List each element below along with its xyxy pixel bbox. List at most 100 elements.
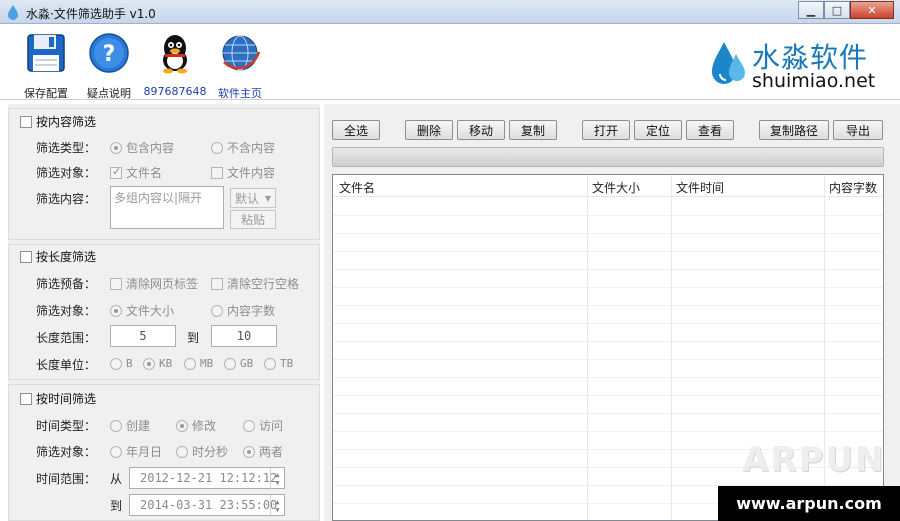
time-target-date-label: 年月日 [126, 445, 163, 459]
time-filter-checkbox[interactable] [20, 392, 32, 405]
delete-button[interactable]: 删除 [405, 120, 453, 140]
time-type-modified-label: 修改 [192, 419, 217, 433]
unit-b-radio[interactable]: B [110, 357, 133, 370]
spinner-arrows-icon[interactable]: ▲ ▼ [270, 495, 284, 517]
empty-row-line [333, 341, 883, 342]
watermark-logo: ARPUN [742, 440, 886, 480]
copy-label: 复制 [520, 123, 545, 138]
unit-gb-radio[interactable]: GB [224, 357, 253, 370]
paste-button[interactable]: 粘贴 [230, 210, 276, 229]
time-type-accessed-radio[interactable]: 访问 [243, 417, 283, 434]
length-target-filesize-radio[interactable]: 文件大小 [110, 302, 174, 319]
move-button[interactable]: 移动 [457, 120, 505, 140]
time-type-accessed-label: 访问 [259, 419, 284, 433]
open-button[interactable]: 打开 [582, 120, 630, 140]
time-target-date-radio[interactable]: 年月日 [110, 443, 162, 460]
strip-whitespace-label: 清除空行空格 [227, 277, 300, 291]
radio-icon [143, 357, 155, 370]
length-filter-checkbox[interactable] [20, 250, 32, 263]
radio-icon [243, 445, 255, 458]
help-label: 疑点说明 [87, 87, 131, 100]
open-label: 打开 [593, 123, 618, 138]
time-to-value: 2014-03-31 23:55:00 [140, 498, 278, 512]
export-button[interactable]: 导出 [833, 120, 883, 140]
checkbox-icon [211, 277, 223, 290]
content-type-exclude-radio[interactable]: 不含内容 [211, 139, 275, 156]
empty-row-line [333, 305, 883, 306]
content-target-filecontent-checkbox[interactable]: 文件内容 [211, 164, 275, 181]
content-type-include-radio[interactable]: 包含内容 [110, 139, 174, 156]
watermark-url: www.arpun.com [718, 486, 900, 521]
unit-tb-radio[interactable]: TB [264, 357, 293, 370]
radio-icon [184, 357, 196, 370]
length-prep-label: 筛选预备： [36, 277, 97, 291]
radio-icon [224, 357, 236, 370]
content-target-label: 筛选对象： [36, 166, 97, 180]
radio-icon [110, 445, 122, 458]
copy-path-button[interactable]: 复制路径 [759, 120, 829, 140]
column-header-filename[interactable]: 文件名 [339, 179, 375, 196]
column-header-filetime[interactable]: 文件时间 [676, 179, 724, 196]
empty-row-line [333, 377, 883, 378]
length-min-input[interactable]: 5 [110, 325, 176, 347]
time-target-label: 筛选对象： [36, 445, 97, 459]
select-all-button[interactable]: 全选 [332, 120, 380, 140]
strip-html-checkbox[interactable]: 清除网页标签 [110, 275, 198, 292]
length-range-label: 长度范围： [36, 331, 97, 345]
radio-icon [110, 419, 122, 432]
delete-label: 删除 [416, 123, 441, 138]
homepage-button[interactable]: 软件主页 [205, 32, 275, 101]
content-type-label: 筛选类型： [36, 141, 97, 155]
time-from-picker[interactable]: 2012-12-21 12:12:12 ▲ ▼ [129, 467, 285, 490]
spinner-arrows-icon[interactable]: ▲ ▼ [270, 468, 284, 490]
chevron-down-icon: ▼ [264, 194, 271, 203]
time-to-picker[interactable]: 2014-03-31 23:55:00 ▲ ▼ [129, 494, 285, 517]
content-text-input[interactable]: 多组内容以|隔开 [110, 186, 224, 229]
homepage-label: 软件主页 [218, 87, 262, 100]
unit-kb-radio[interactable]: KB [143, 357, 172, 370]
time-target-both-radio[interactable]: 两者 [243, 443, 283, 460]
length-target-wordcount-label: 内容字数 [227, 304, 276, 318]
length-target-wordcount-radio[interactable]: 内容字数 [211, 302, 275, 319]
minimize-button[interactable]: ▁ [798, 1, 824, 19]
content-target-filename-checkbox[interactable]: 文件名 [110, 164, 162, 181]
save-config-button[interactable]: 保存配置 [11, 32, 81, 101]
unit-tb-label: TB [280, 357, 294, 370]
qq-contact-button[interactable]: 897687648 [140, 32, 210, 98]
strip-whitespace-checkbox[interactable]: 清除空行空格 [211, 275, 299, 292]
time-type-modified-radio[interactable]: 修改 [176, 417, 216, 434]
radio-icon [264, 357, 276, 370]
copy-button[interactable]: 复制 [509, 120, 557, 140]
time-filter-toggle[interactable]: 按时间筛选 [20, 390, 96, 407]
column-header-filesize[interactable]: 文件大小 [592, 179, 640, 196]
length-max-input[interactable]: 10 [211, 325, 277, 347]
locate-button[interactable]: 定位 [634, 120, 682, 140]
help-button[interactable]: ? 疑点说明 [74, 32, 144, 101]
time-target-both-label: 两者 [259, 445, 284, 459]
time-type-label: 时间类型： [36, 419, 97, 433]
length-filter-toggle[interactable]: 按长度筛选 [20, 248, 96, 265]
empty-row-line [333, 251, 883, 252]
column-header-wordcount[interactable]: 内容字数 [829, 179, 877, 196]
unit-mb-radio[interactable]: MB [184, 357, 213, 370]
content-filter-toggle[interactable]: 按内容筛选 [20, 113, 96, 130]
unit-kb-label: KB [159, 357, 173, 370]
content-filter-checkbox[interactable] [20, 115, 32, 128]
checkbox-icon [110, 165, 122, 179]
content-type-exclude-label: 不含内容 [227, 141, 276, 155]
time-type-created-radio[interactable]: 创建 [110, 417, 150, 434]
maximize-button[interactable]: □ [824, 1, 850, 19]
empty-row-line [333, 395, 883, 396]
content-mode-select[interactable]: 默认 ▼ [230, 188, 276, 208]
time-type-created-label: 创建 [126, 419, 151, 433]
progress-bar [332, 147, 884, 167]
length-max-value: 10 [236, 329, 252, 343]
length-filter-title: 按长度筛选 [36, 250, 97, 264]
empty-row-line [333, 431, 883, 432]
radio-icon [110, 357, 122, 370]
copy-path-label: 复制路径 [769, 123, 818, 138]
app-icon [8, 5, 18, 20]
view-button[interactable]: 查看 [686, 120, 734, 140]
close-button[interactable]: ✕ [850, 1, 894, 19]
time-target-time-radio[interactable]: 时分秒 [176, 443, 228, 460]
